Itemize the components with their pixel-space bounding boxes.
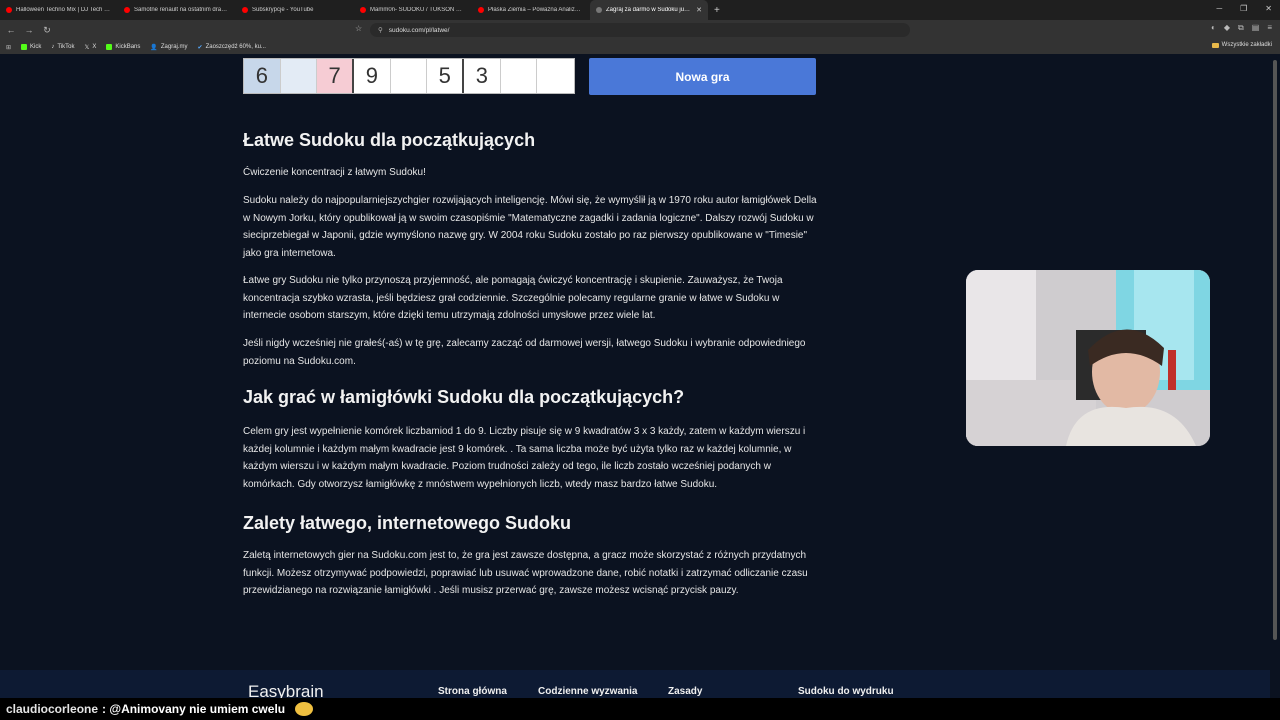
tab-5[interactable]: Płaska Ziemia – Poważna Analiza (cz <box>472 0 590 20</box>
youtube-icon <box>124 7 130 13</box>
article-paragraph: Jeśli nigdy wcześniej nie grałeś(-aś) w … <box>243 338 806 367</box>
back-icon[interactable]: ← <box>4 25 18 35</box>
kick-icon <box>21 44 28 50</box>
tab-3[interactable]: Subskrypcje - YouTube <box>236 0 354 20</box>
forward-icon[interactable]: → <box>22 25 36 35</box>
bookmark-kick[interactable]: Kick <box>21 44 41 50</box>
extension-icon[interactable]: ◐ <box>1211 23 1216 33</box>
footer-link-daily[interactable]: Codzienne wyzwania <box>538 686 637 697</box>
toolbar-icons: ◐ ◆ ⧉ ▤ ≡ <box>1211 23 1272 33</box>
bookmark-zagraj[interactable]: 👤 Zagraj.my <box>150 44 187 51</box>
sudoku-cell[interactable]: 6 <box>244 59 281 93</box>
url-field[interactable]: ⚲ sudoku.com/pl/latwe/ <box>370 23 910 37</box>
sudoku-cell[interactable] <box>391 59 428 93</box>
footer-link-home[interactable]: Strona główna <box>438 686 507 697</box>
section-heading: Jak grać w łamigłówki Sudoku dla początk… <box>243 387 685 407</box>
bookmark-deal[interactable]: ✔ Zaoszczędź 60%, ku... <box>198 44 266 51</box>
webcam-overlay <box>966 270 1210 446</box>
page-scrollbar[interactable] <box>1270 54 1280 720</box>
bookmarks-bar: ⊞ Kick ♪ TikTok 𝕏X KickBans 👤 Zagraj.my ✔ Z… <box>0 40 1280 54</box>
sudoku-cell[interactable]: 9 <box>354 59 391 93</box>
section-heading: Zalety łatwego, internetowego Sudoku <box>243 513 572 533</box>
sudoku-grid-row: 6 7 9 5 3 <box>243 58 575 94</box>
all-bookmarks-button[interactable]: Wszystkie zakładki <box>1211 42 1272 48</box>
footer-link-printable[interactable]: Sudoku do wydruku <box>798 686 894 697</box>
close-window-icon[interactable]: ✕ <box>1265 4 1272 13</box>
bookmark-kickbans[interactable]: KickBans <box>106 44 140 50</box>
tab-sudoku[interactable]: Zagraj za darmo w Sudoku już te ✕ <box>590 0 708 20</box>
minimize-icon[interactable]: ─ <box>1216 4 1222 13</box>
bookmark-x[interactable]: 𝕏X <box>85 44 97 51</box>
sudoku-cell[interactable] <box>537 59 574 93</box>
youtube-icon <box>242 7 248 13</box>
new-game-button[interactable]: Nowa gra <box>589 58 816 95</box>
emote-icon <box>295 702 314 716</box>
tab-1[interactable]: Halloween Techno Mix | DJ Tech Wiz <box>0 0 118 20</box>
maximize-icon[interactable]: ❐ <box>1240 4 1247 13</box>
close-tab-icon[interactable]: ✕ <box>696 6 702 14</box>
article-heading: Łatwe Sudoku dla początkujących <box>243 130 536 150</box>
sudoku-cell[interactable]: 3 <box>464 59 501 93</box>
tab-4[interactable]: Mamm0n- SUDOKU / TUKSON MA C <box>354 0 472 20</box>
sidebar-icon[interactable]: ▤ <box>1252 23 1260 33</box>
chat-username: claudiocorleone <box>6 702 99 716</box>
article-paragraph: Zaletą internetowych gier na Sudoku.com … <box>243 550 808 596</box>
extensions-icon[interactable]: ⧉ <box>1238 23 1244 33</box>
stream-chat-message: claudiocorleone : @Animovany nie umiem c… <box>0 698 1280 720</box>
tab-bar: Halloween Techno Mix | DJ Tech Wiz Samot… <box>0 0 1280 20</box>
menu-icon[interactable]: ≡ <box>1267 23 1272 33</box>
sudoku-icon <box>596 7 602 13</box>
sudoku-cell[interactable] <box>501 59 538 93</box>
apps-icon[interactable]: ⊞ <box>6 44 11 51</box>
user-icon: 👤 <box>150 44 158 51</box>
article-intro: Ćwiczenie koncentracji z łatwym Sudoku! <box>243 167 426 178</box>
tab-2[interactable]: Samotne renault na ostatnim drawie <box>118 0 236 20</box>
youtube-icon <box>6 7 12 13</box>
check-icon: ✔ <box>197 44 203 51</box>
sudoku-cell[interactable]: 5 <box>427 59 465 93</box>
new-tab-icon[interactable]: + <box>714 5 720 16</box>
window-controls: ─ ❐ ✕ <box>1216 4 1272 13</box>
youtube-icon <box>360 7 366 13</box>
kick-icon <box>106 44 113 50</box>
sudoku-cell[interactable]: 7 <box>317 59 355 93</box>
article-paragraph: Sudoku należy do najpopularniejszychgier… <box>243 195 817 259</box>
youtube-icon <box>478 7 484 13</box>
tiktok-icon: ♪ <box>51 44 55 50</box>
article-paragraph: Celem gry jest wypełnienie komórek liczb… <box>243 426 806 490</box>
article-paragraph: Łatwe gry Sudoku nie tylko przynoszą prz… <box>243 275 783 321</box>
folder-icon <box>1211 42 1219 48</box>
x-icon: 𝕏 <box>84 44 90 51</box>
chat-text: : @Animovany nie umiem cwelu <box>102 702 286 716</box>
bookmark-star-icon[interactable]: ☆ <box>355 24 362 33</box>
scrollbar-thumb[interactable] <box>1273 60 1277 640</box>
site-info-icon[interactable]: ⚲ <box>378 26 383 34</box>
extension-icon[interactable]: ◆ <box>1224 23 1230 33</box>
bookmark-tiktok[interactable]: ♪ TikTok <box>51 44 74 50</box>
sudoku-cell[interactable] <box>280 59 318 93</box>
reload-icon[interactable]: ↻ <box>40 25 54 36</box>
footer-link-rules[interactable]: Zasady <box>668 686 702 697</box>
webcam-image <box>966 270 1210 446</box>
